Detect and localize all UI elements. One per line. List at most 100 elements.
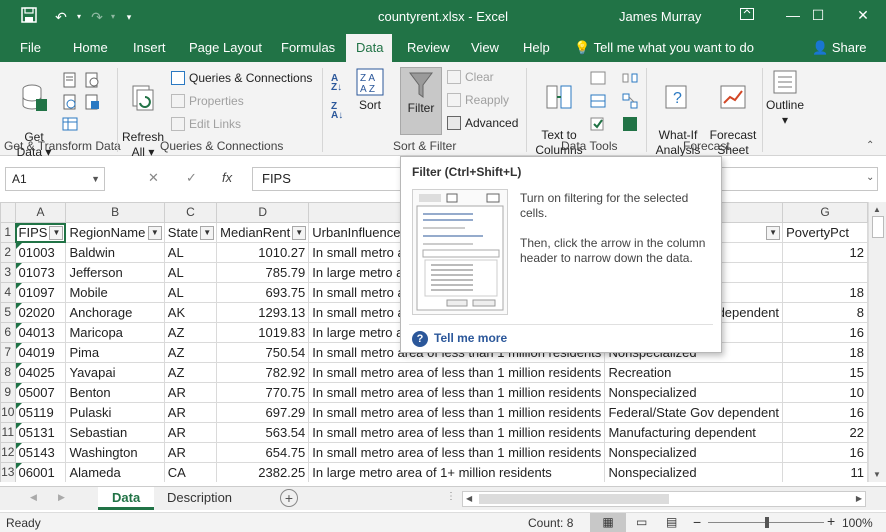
- tab-insert[interactable]: Insert: [123, 34, 176, 62]
- region-cell[interactable]: Benton: [65, 382, 165, 403]
- region-cell[interactable]: Alameda: [65, 462, 165, 482]
- region-cell[interactable]: Sebastian: [65, 422, 165, 443]
- scroll-up-icon[interactable]: ▲: [873, 205, 881, 214]
- horizontal-scrollbar[interactable]: ◀ ▶: [462, 491, 866, 507]
- rent-cell[interactable]: 1293.13: [216, 302, 310, 323]
- row-header[interactable]: 1: [0, 222, 16, 243]
- next-sheet-icon[interactable]: ▶: [58, 492, 65, 503]
- urban-cell[interactable]: In small metro area of less than 1 milli…: [308, 362, 606, 383]
- row-header[interactable]: 12: [0, 442, 16, 463]
- zoom-level[interactable]: 100%: [842, 516, 873, 530]
- state-cell[interactable]: AZ: [163, 362, 218, 383]
- row-header[interactable]: 13: [0, 462, 16, 482]
- row-header[interactable]: 5: [0, 302, 16, 323]
- urban-cell[interactable]: In small metro area of less than 1 milli…: [308, 382, 606, 403]
- add-sheet-icon[interactable]: +: [280, 489, 298, 507]
- fips-cell[interactable]: 04013: [14, 322, 67, 343]
- state-cell[interactable]: AZ: [163, 322, 218, 343]
- chevron-down-icon[interactable]: ▼: [91, 168, 100, 190]
- sheet-tab-description[interactable]: Description: [153, 487, 246, 510]
- remove-duplicates-icon[interactable]: [590, 93, 606, 109]
- header-cell[interactable]: MedianRent ▼: [216, 222, 310, 243]
- econ-cell[interactable]: Federal/State Gov dependent: [604, 402, 784, 423]
- data-validation-icon[interactable]: [590, 116, 606, 132]
- poverty-cell[interactable]: 18: [782, 282, 868, 303]
- region-cell[interactable]: Jefferson: [65, 262, 165, 283]
- econ-cell[interactable]: Nonspecialized: [604, 442, 784, 463]
- state-cell[interactable]: AL: [163, 282, 218, 303]
- user-name[interactable]: James Murray: [619, 9, 701, 24]
- queries-connections-button[interactable]: Queries & Connections: [171, 68, 312, 88]
- fips-cell[interactable]: 04019: [14, 342, 67, 363]
- confirm-entry-icon[interactable]: ✓: [186, 167, 197, 189]
- urban-cell[interactable]: In small metro area of less than 1 milli…: [308, 422, 606, 443]
- poverty-cell[interactable]: 18: [782, 342, 868, 363]
- poverty-cell[interactable]: 10: [782, 382, 868, 403]
- row-header[interactable]: 9: [0, 382, 16, 403]
- tell-me-search[interactable]: 💡 Tell me what you want to do: [574, 34, 754, 62]
- region-cell[interactable]: Pima: [65, 342, 165, 363]
- tab-review[interactable]: Review: [397, 34, 460, 62]
- rent-cell[interactable]: 697.29: [216, 402, 310, 423]
- rent-cell[interactable]: 785.79: [216, 262, 310, 283]
- poverty-cell[interactable]: 11: [782, 462, 868, 482]
- poverty-cell[interactable]: 12: [782, 242, 868, 263]
- select-all-corner[interactable]: [0, 202, 16, 223]
- flash-fill-icon[interactable]: [590, 70, 606, 86]
- rent-cell[interactable]: 563.54: [216, 422, 310, 443]
- relationships-icon[interactable]: [622, 93, 638, 109]
- fips-cell[interactable]: 05143: [14, 442, 67, 463]
- consolidate-icon[interactable]: [622, 70, 638, 86]
- poverty-cell[interactable]: 15: [782, 362, 868, 383]
- customize-toolbar-icon[interactable]: ▾: [118, 7, 140, 27]
- region-cell[interactable]: Yavapai: [65, 362, 165, 383]
- expand-formula-bar-icon[interactable]: ⌄: [866, 172, 874, 183]
- state-cell[interactable]: AR: [163, 382, 218, 403]
- column-header[interactable]: D: [216, 202, 310, 223]
- recent-sources-icon[interactable]: [84, 72, 100, 88]
- scroll-down-icon[interactable]: ▼: [873, 470, 881, 479]
- state-cell[interactable]: AL: [163, 242, 218, 263]
- previous-sheet-icon[interactable]: ◀: [30, 492, 37, 503]
- sort-z-a-icon[interactable]: Z A↓: [331, 102, 349, 122]
- column-header[interactable]: B: [65, 202, 165, 223]
- rent-cell[interactable]: 770.75: [216, 382, 310, 403]
- region-cell[interactable]: Anchorage: [65, 302, 165, 323]
- state-cell[interactable]: AK: [163, 302, 218, 323]
- scroll-right-icon[interactable]: ▶: [856, 494, 862, 503]
- name-box[interactable]: A1 ▼: [5, 167, 105, 191]
- row-header[interactable]: 10: [0, 402, 16, 423]
- filter-button[interactable]: Filter: [400, 67, 442, 135]
- save-icon[interactable]: [18, 7, 40, 27]
- region-cell[interactable]: Washington: [65, 442, 165, 463]
- row-header[interactable]: 8: [0, 362, 16, 383]
- row-header[interactable]: 11: [0, 422, 16, 443]
- tab-page-layout[interactable]: Page Layout: [179, 34, 272, 62]
- state-cell[interactable]: AR: [163, 422, 218, 443]
- rent-cell[interactable]: 2382.25: [216, 462, 310, 482]
- horizontal-scroll-thumb[interactable]: [479, 494, 669, 504]
- sheet-options-icon[interactable]: ⋮: [446, 491, 456, 502]
- header-cell[interactable]: FIPS ▼: [14, 222, 67, 243]
- page-layout-view-icon[interactable]: ▭: [636, 515, 647, 529]
- fips-cell[interactable]: 01097: [14, 282, 67, 303]
- sort-a-z-icon[interactable]: A Z↓: [331, 74, 349, 94]
- poverty-cell[interactable]: [782, 262, 868, 283]
- state-cell[interactable]: AR: [163, 442, 218, 463]
- column-header[interactable]: G: [782, 202, 868, 223]
- vertical-scrollbar[interactable]: ▲ ▼: [868, 202, 886, 482]
- sort-button[interactable]: Z AA Z Sort: [353, 68, 387, 113]
- filter-dropdown-icon[interactable]: ▼: [292, 226, 307, 240]
- header-cell[interactable]: PovertyPct: [782, 222, 868, 243]
- collapse-ribbon-icon[interactable]: ⌃: [866, 140, 882, 156]
- fips-cell[interactable]: 06001: [14, 462, 67, 482]
- tab-file[interactable]: File: [10, 34, 51, 62]
- poverty-cell[interactable]: 16: [782, 402, 868, 423]
- filter-dropdown-icon[interactable]: ▼: [766, 226, 781, 240]
- from-table-icon[interactable]: [62, 116, 78, 132]
- econ-cell[interactable]: Manufacturing dependent: [604, 422, 784, 443]
- fips-cell[interactable]: 05007: [14, 382, 67, 403]
- share-button[interactable]: 👤 Share: [812, 34, 867, 62]
- rent-cell[interactable]: 654.75: [216, 442, 310, 463]
- zoom-slider-thumb[interactable]: [765, 517, 769, 528]
